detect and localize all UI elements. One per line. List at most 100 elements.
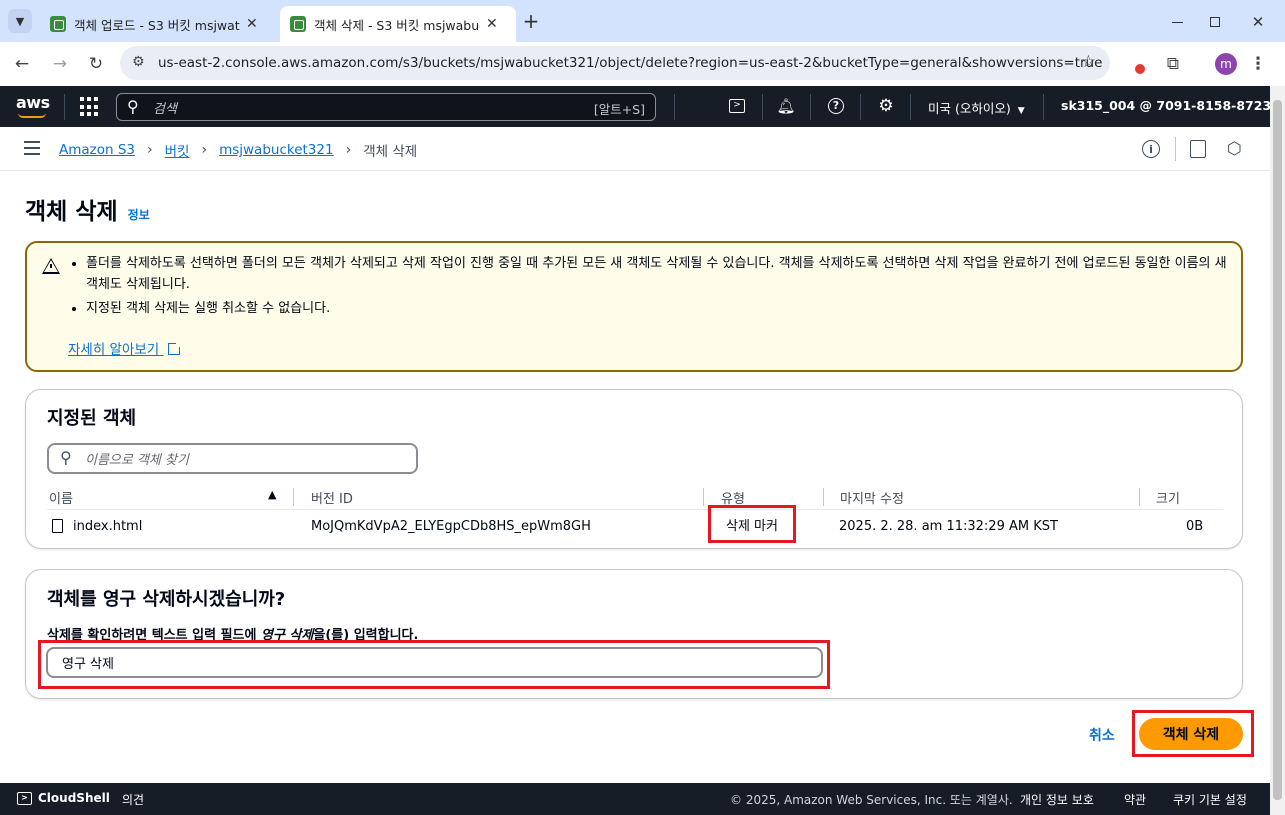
- hexagon-panel-icon[interactable]: ⬡: [1227, 139, 1242, 159]
- column-divider[interactable]: [293, 488, 294, 506]
- divider: [674, 94, 675, 120]
- s3-favicon-icon: [290, 16, 306, 32]
- browser-tab-bar: ▼ 객체 업로드 - S3 버킷 msjwate ✕ 객체 삭제 - S3 버킷…: [0, 0, 1285, 42]
- breadcrumb-current: 객체 삭제: [363, 144, 418, 160]
- search-shortcut: [알트+S]: [593, 102, 645, 117]
- browser-menu-icon[interactable]: ⋮: [1246, 52, 1270, 76]
- cancel-button[interactable]: 취소: [1089, 725, 1115, 745]
- learn-more-link[interactable]: 자세히 알아보기: [68, 338, 182, 358]
- column-divider[interactable]: [823, 488, 824, 506]
- search-icon: ⚲: [127, 97, 139, 116]
- learn-more-text: 자세히 알아보기: [68, 342, 160, 358]
- plus-icon: +: [522, 9, 540, 33]
- column-header-size[interactable]: 크기: [1156, 488, 1180, 507]
- cloudshell-footer-button[interactable]: > CloudShell: [17, 791, 110, 805]
- extensions-puzzle-icon[interactable]: ⧉: [1161, 52, 1185, 76]
- new-tab-button[interactable]: +: [520, 9, 542, 33]
- address-bar[interactable]: ⚙ us-east-2.console.aws.amazon.com/s3/bu…: [120, 46, 1110, 80]
- info-link[interactable]: 정보: [128, 206, 150, 223]
- copyright-text: © 2025, Amazon Web Services, Inc. 또는 계열사…: [730, 793, 1013, 807]
- bookmark-star-icon[interactable]: ☆: [1081, 52, 1096, 72]
- column-divider[interactable]: [703, 488, 704, 506]
- s3-favicon-icon: [50, 16, 66, 32]
- page-title: 객체 삭제: [25, 199, 118, 225]
- caret-down-icon: ▼: [1017, 106, 1025, 116]
- window-close-button[interactable]: ✕: [1246, 10, 1270, 34]
- object-name: index.html: [73, 519, 143, 534]
- divider: [910, 94, 911, 120]
- search-placeholder: 검색: [153, 101, 177, 117]
- object-type: 삭제 마커: [726, 518, 778, 534]
- extension-icon[interactable]: [1126, 54, 1148, 76]
- alert-bullet: 지정된 객체 삭제는 실행 취소할 수 없습니다.: [86, 298, 1230, 319]
- aws-logo-text: aws: [16, 93, 50, 112]
- browser-tab-upload[interactable]: 객체 업로드 - S3 버킷 msjwate ✕: [40, 6, 276, 42]
- column-header-name[interactable]: 이름: [49, 488, 73, 507]
- url-text: us-east-2.console.aws.amazon.com/s3/buck…: [158, 55, 1103, 71]
- delete-objects-button[interactable]: 객체 삭제: [1139, 718, 1243, 750]
- reload-icon: ↻: [88, 54, 104, 74]
- forward-button[interactable]: →: [48, 52, 72, 76]
- breadcrumb-link-s3[interactable]: Amazon S3: [59, 142, 135, 158]
- confirm-input-value: 영구 삭제: [62, 657, 114, 672]
- region-label: 미국 (오하이오): [928, 101, 1011, 116]
- back-button[interactable]: ←: [10, 52, 34, 76]
- breadcrumb-link-bucket[interactable]: msjwabucket321: [219, 142, 334, 158]
- window-maximize-button[interactable]: [1203, 10, 1227, 34]
- divider: [64, 94, 65, 120]
- object-last-modified: 2025. 2. 28. am 11:32:29 AM KST: [839, 519, 1058, 534]
- object-filter-input[interactable]: ⚲ 이름으로 객체 찾기: [47, 443, 418, 474]
- column-header-version[interactable]: 버전 ID: [311, 488, 353, 507]
- maximize-icon: [1210, 17, 1220, 27]
- breadcrumb-link-buckets[interactable]: 버킷: [165, 140, 190, 160]
- side-nav-toggle[interactable]: [24, 141, 40, 155]
- settings-gear-icon[interactable]: ⚙: [876, 96, 896, 116]
- info-panel-icon[interactable]: i: [1142, 140, 1160, 158]
- terms-link[interactable]: 약관: [1124, 791, 1146, 808]
- notifications-bell-icon[interactable]: 🔔︎: [776, 96, 796, 116]
- column-header-modified[interactable]: 마지막 수정: [840, 488, 904, 507]
- account-menu[interactable]: sk315_004 @ 7091-8158-8723 ▼: [1061, 98, 1285, 113]
- panel-title: 지정된 객체: [47, 408, 137, 429]
- alert-bullet: 폴더를 삭제하도록 선택하면 폴더의 모든 객체가 삭제되고 삭제 작업이 진행…: [86, 253, 1230, 295]
- browser-tab-delete[interactable]: 객체 삭제 - S3 버킷 msjwabuck ✕: [280, 6, 516, 42]
- cookie-preferences-link[interactable]: 쿠키 기본 설정: [1173, 791, 1247, 808]
- column-divider[interactable]: [1139, 488, 1140, 506]
- chevron-down-icon: ▼: [15, 14, 25, 28]
- divider: [762, 94, 763, 120]
- filter-placeholder: 이름으로 객체 찾기: [85, 453, 189, 468]
- confirm-text-input[interactable]: 영구 삭제: [46, 647, 823, 678]
- profile-avatar[interactable]: m: [1215, 53, 1237, 75]
- site-settings-icon[interactable]: ⚙: [132, 54, 145, 70]
- table-header: 이름 ▲ 버전 ID 유형 마지막 수정 크기: [47, 486, 1223, 510]
- chevron-right-icon: ›: [345, 142, 352, 158]
- specified-objects-panel: 지정된 객체 ⚲ 이름으로 객체 찾기 이름 ▲ 버전 ID 유형 마지막 수정…: [25, 389, 1243, 549]
- highlight-type-cell: 삭제 마커: [708, 505, 796, 543]
- region-selector[interactable]: 미국 (오하이오) ▼: [928, 98, 1025, 117]
- window-minimize-button[interactable]: [1165, 10, 1189, 34]
- warning-icon: [42, 258, 60, 274]
- file-icon: [52, 519, 63, 533]
- divider: [1175, 137, 1176, 161]
- notes-panel-icon[interactable]: [1190, 140, 1206, 158]
- tab-search-button[interactable]: ▼: [8, 9, 32, 33]
- cloudshell-icon[interactable]: >: [727, 96, 747, 116]
- unified-search-input[interactable]: ⚲ 검색 [알트+S]: [116, 93, 656, 121]
- scrollbar-thumb[interactable]: [1273, 100, 1282, 800]
- console-footer: > CloudShell 의견 © 2025, Amazon Web Servi…: [0, 783, 1270, 815]
- page-header: 객체 삭제 정보: [25, 192, 150, 226]
- aws-logo[interactable]: aws: [16, 93, 50, 119]
- close-icon[interactable]: ✕: [246, 16, 258, 32]
- services-menu-icon[interactable]: [80, 97, 100, 117]
- profile-initial: m: [1220, 57, 1232, 71]
- feedback-link[interactable]: 의견: [122, 791, 144, 808]
- divider: [810, 94, 811, 120]
- help-icon[interactable]: ?: [826, 96, 846, 116]
- close-icon[interactable]: ✕: [486, 16, 498, 32]
- reload-button[interactable]: ↻: [84, 52, 108, 76]
- warning-alert: 폴더를 삭제하도록 선택하면 폴더의 모든 객체가 삭제되고 삭제 작업이 진행…: [25, 241, 1243, 372]
- aws-smile-icon: [18, 113, 46, 118]
- sort-ascending-icon[interactable]: ▲: [268, 488, 276, 501]
- hamburger-icon: [24, 141, 40, 143]
- privacy-link[interactable]: 개인 정보 보호: [1020, 791, 1094, 808]
